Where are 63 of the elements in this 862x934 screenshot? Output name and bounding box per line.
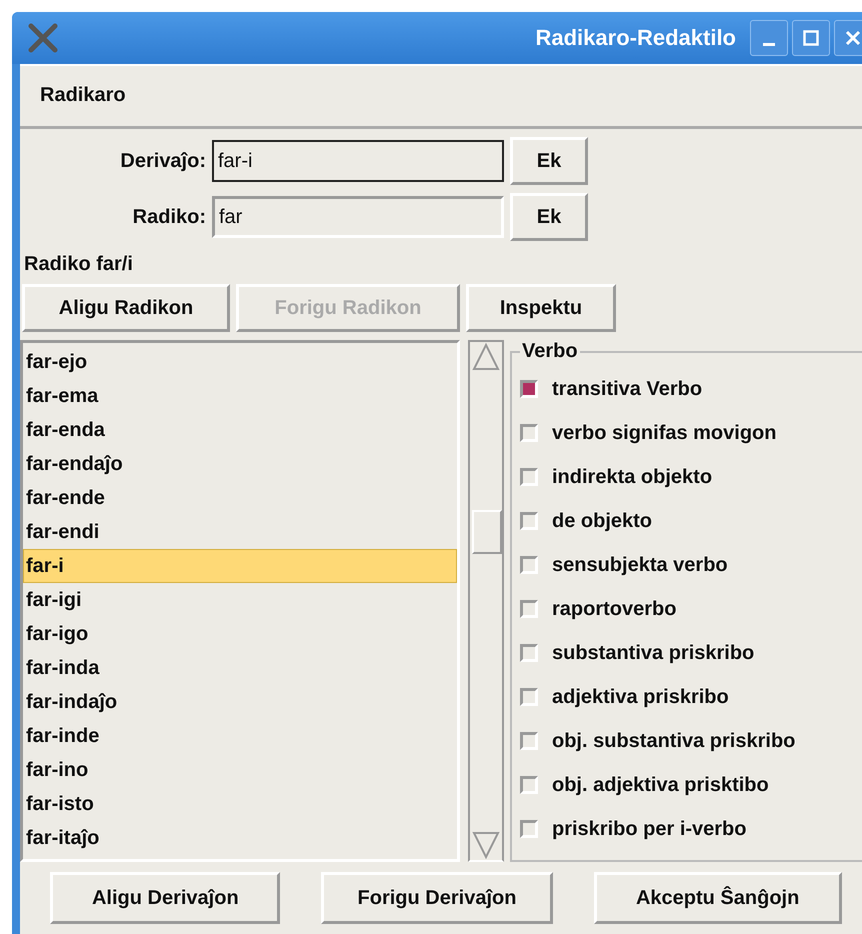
menu-item[interactable]: Radikaro — [40, 84, 126, 106]
action-button[interactable]: Akceptu Ŝanĝojn — [594, 872, 842, 924]
action-button[interactable]: Aligu Derivaĵon — [50, 872, 280, 924]
field-label: Derivaĵo: — [119, 150, 206, 172]
checkbox-label[interactable]: de objekto — [552, 510, 652, 532]
close-button[interactable] — [834, 20, 862, 56]
group-title: Verbo — [521, 340, 579, 363]
scroll-up-icon[interactable] — [471, 342, 501, 372]
checkbox-label[interactable]: substantiva priskribo — [552, 642, 754, 664]
checkbox-label[interactable]: obj. adjektiva prisktibo — [552, 774, 769, 796]
list-item[interactable]: far-indaĵo — [23, 685, 457, 719]
checkbox[interactable] — [520, 512, 538, 530]
scrollbar[interactable] — [468, 340, 504, 862]
checkbox-label[interactable]: adjektiva priskribo — [552, 686, 729, 708]
list-item[interactable]: far-endi — [23, 515, 457, 549]
list-item[interactable]: far-inda — [23, 651, 457, 685]
checkbox-label[interactable]: indirekta objekto — [552, 466, 712, 488]
list-item[interactable]: far-igi — [23, 583, 457, 617]
x-logo-icon — [28, 23, 58, 53]
checkbox-label[interactable]: transitiva Verbo — [552, 378, 702, 400]
ek-button[interactable]: Ek — [510, 137, 588, 185]
checkbox[interactable] — [520, 424, 538, 442]
scroll-down-icon[interactable] — [471, 830, 501, 860]
checkbox[interactable] — [520, 644, 538, 662]
checkbox[interactable] — [520, 556, 538, 574]
list-item[interactable]: far-igo — [23, 617, 457, 651]
root-label: Radiko far/i — [24, 253, 134, 276]
checkbox[interactable] — [520, 688, 538, 706]
checkbox-label[interactable]: obj. substantiva priskribo — [552, 730, 796, 752]
root-button[interactable]: Inspektu — [466, 284, 616, 332]
list-item[interactable]: far-isto — [23, 787, 457, 821]
checkbox[interactable] — [520, 732, 538, 750]
list-item[interactable]: far-endaĵo — [23, 447, 457, 481]
list-item[interactable]: far-ino — [23, 753, 457, 787]
maximize-button[interactable] — [792, 20, 830, 56]
list-item[interactable]: far-itaĵo — [23, 821, 457, 855]
close-icon — [845, 30, 861, 46]
checkbox-label[interactable]: raportoverbo — [552, 598, 676, 620]
list-item[interactable]: far-ema — [23, 379, 457, 413]
list-item[interactable]: far-ejo — [23, 345, 457, 379]
checkbox[interactable] — [520, 776, 538, 794]
window-title: Radikaro-Redaktilo — [536, 25, 736, 51]
text-field[interactable]: far-i — [212, 140, 504, 182]
checkbox-label[interactable]: priskribo per i-verbo — [552, 818, 746, 840]
checkbox[interactable] — [520, 820, 538, 838]
scroll-thumb[interactable] — [472, 510, 502, 554]
minimize-icon — [763, 42, 775, 46]
maximize-icon — [803, 30, 819, 46]
text-field[interactable]: far — [212, 196, 504, 238]
checkbox[interactable] — [520, 380, 538, 398]
list-item[interactable]: far-ende — [23, 481, 457, 515]
field-label: Radiko: — [132, 206, 206, 228]
checkbox-label[interactable]: verbo signifas movigon — [552, 422, 776, 444]
list-item[interactable]: far-inde — [23, 719, 457, 753]
ek-button[interactable]: Ek — [510, 193, 588, 241]
root-button[interactable]: Aligu Radikon — [22, 284, 230, 332]
checkbox[interactable] — [520, 600, 538, 618]
action-button[interactable]: Forigu Derivaĵon — [320, 872, 553, 924]
list-item[interactable]: far-enda — [23, 413, 457, 447]
list-item[interactable]: far-i — [23, 549, 457, 583]
minimize-button[interactable] — [750, 20, 788, 56]
checkbox-label[interactable]: sensubjekta verbo — [552, 554, 728, 576]
checkbox[interactable] — [520, 468, 538, 486]
